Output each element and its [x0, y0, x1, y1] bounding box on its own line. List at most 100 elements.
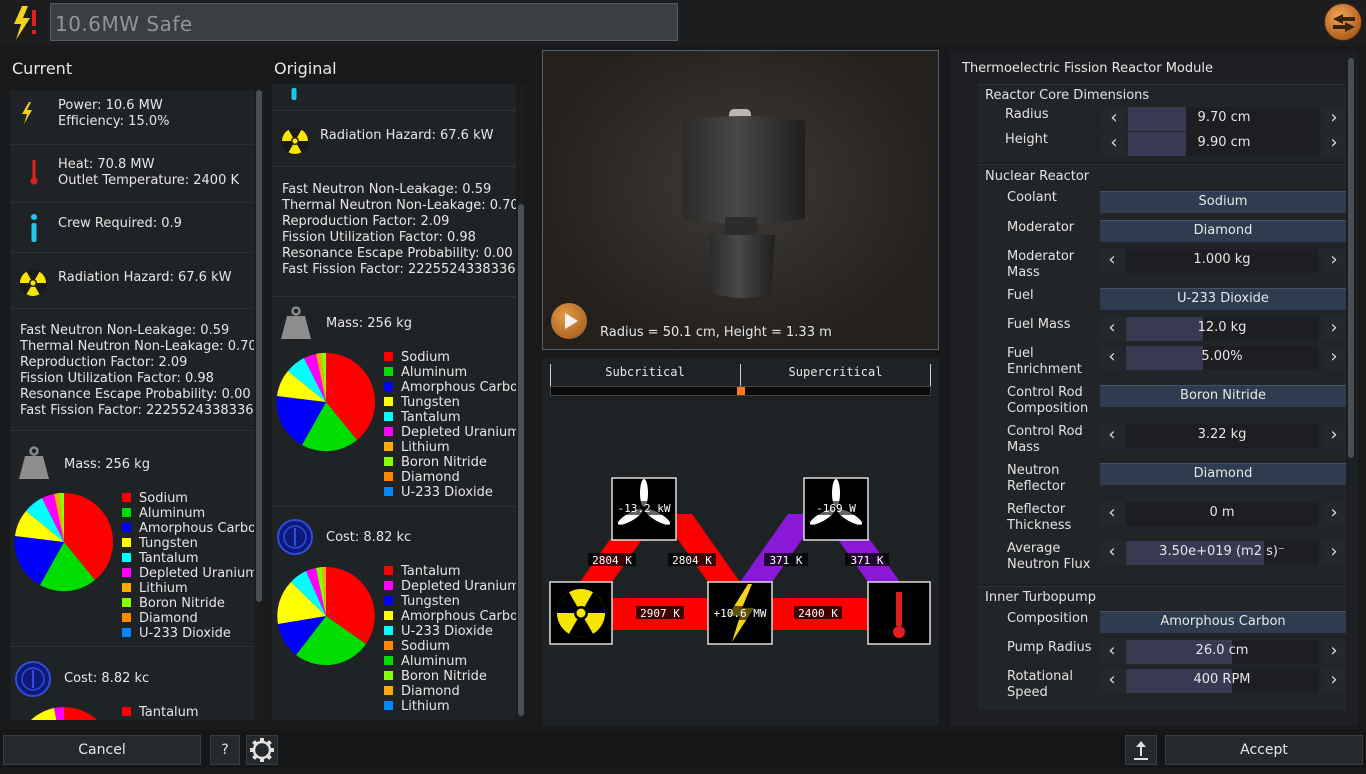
control-rod-composition-select[interactable]: Boron Nitride — [1100, 385, 1346, 407]
neutron-reflector-select[interactable]: Diamond — [1100, 463, 1346, 485]
divider — [10, 202, 256, 203]
current-stats-panel[interactable]: Power: 10.6 MW Efficiency: 15.0% Heat: 7… — [10, 90, 264, 720]
settings-button[interactable] — [246, 735, 278, 765]
neutron-factors-list: Fast Neutron Non-Leakage: 0.59 Thermal N… — [20, 323, 262, 419]
accept-button[interactable]: Accept — [1165, 735, 1363, 765]
increase-arrow-icon[interactable]: › — [1322, 424, 1346, 448]
decrease-arrow-icon[interactable]: ‹ — [1100, 541, 1124, 565]
increase-arrow-icon[interactable]: › — [1322, 346, 1346, 370]
factor-line: Fast Neutron Non-Leakage: 0.59 — [20, 323, 230, 338]
current-scrollbar[interactable] — [254, 90, 264, 720]
radius-stepper[interactable]: ‹ 9.70 cm › — [1102, 107, 1346, 131]
increase-arrow-icon[interactable]: › — [1322, 640, 1346, 664]
legend-item: Lithium — [384, 699, 526, 714]
height-stepper[interactable]: ‹ 9.90 cm › — [1102, 132, 1346, 156]
legend-item: Amorphous Carbor — [384, 380, 526, 395]
current-cost-legend: Tantalum — [122, 705, 199, 720]
legend-item: Lithium — [384, 440, 526, 455]
original-stats-panel[interactable]: Radiation Hazard: 67.6 kW Fast Neutron N… — [272, 84, 526, 720]
pump-composition-label: Composition — [1007, 611, 1089, 626]
current-mass-pie-chart — [14, 492, 114, 592]
export-button[interactable] — [1125, 735, 1157, 765]
current-mass-legend: Sodium Aluminum Amorphous Carbor Tungste… — [122, 491, 264, 641]
module-panel-scrollbar[interactable] — [1346, 58, 1356, 458]
fuel-select[interactable]: U-233 Dioxide — [1100, 288, 1346, 310]
upload-arrow-icon — [1134, 741, 1148, 760]
reflector-thickness-field[interactable]: 0 m — [1126, 502, 1318, 526]
radius-field[interactable]: 9.70 cm — [1128, 107, 1320, 131]
swap-compare-button[interactable] — [1324, 3, 1362, 41]
decrease-arrow-icon[interactable]: ‹ — [1100, 346, 1124, 370]
decrease-arrow-icon[interactable]: ‹ — [1102, 132, 1126, 156]
moderator-mass-stepper[interactable]: ‹ 1.000 kg › — [1100, 249, 1346, 273]
increase-arrow-icon[interactable]: › — [1322, 669, 1346, 693]
neutron-flux-field[interactable]: 3.50e+019 (m2 s)⁻ — [1126, 541, 1318, 565]
play-animation-button[interactable] — [551, 303, 587, 339]
neutron-factors-list: Fast Neutron Non-Leakage: 0.59 Thermal N… — [282, 182, 524, 278]
heat-stat: Heat: 70.8 MW — [58, 157, 155, 172]
coolant-select[interactable]: Sodium — [1100, 191, 1346, 213]
neutron-flux-stepper[interactable]: ‹ 3.50e+019 (m2 s)⁻ › — [1100, 541, 1346, 565]
scrollbar-thumb[interactable] — [518, 204, 524, 716]
increase-arrow-icon[interactable]: › — [1322, 317, 1346, 341]
moderator-select[interactable]: Diamond — [1100, 220, 1346, 242]
decrease-arrow-icon[interactable]: ‹ — [1100, 669, 1124, 693]
module-config-panel[interactable]: Thermoelectric Fission Reactor Module Re… — [950, 52, 1358, 726]
control-rod-mass-stepper[interactable]: ‹ 3.22 kg › — [1100, 424, 1346, 448]
legend-item: Tungsten — [384, 395, 526, 410]
core-temp-label: 2907 K — [640, 607, 680, 620]
decrease-arrow-icon[interactable]: ‹ — [1100, 317, 1124, 341]
legend-item: Diamond — [384, 684, 526, 699]
scrollbar-thumb[interactable] — [256, 90, 262, 602]
increase-arrow-icon[interactable]: › — [1322, 541, 1346, 565]
reflector-thickness-stepper[interactable]: ‹ 0 m › — [1100, 502, 1346, 526]
fuel-enrichment-label: Fuel Enrichment — [1007, 346, 1082, 377]
pump-radius-stepper[interactable]: ‹ 26.0 cm › — [1100, 640, 1346, 664]
cancel-button[interactable]: Cancel — [3, 735, 201, 765]
legend-item: Tantalum — [122, 551, 264, 566]
pump-composition-select[interactable]: Amorphous Carbon — [1100, 611, 1346, 633]
factor-line: Fission Utilization Factor: 0.98 — [20, 371, 214, 386]
legend-item: U-233 Dioxide — [122, 626, 264, 641]
increase-arrow-icon[interactable]: › — [1322, 249, 1346, 273]
cost-stat: Cost: 8.82 kc — [326, 530, 412, 545]
original-scrollbar[interactable] — [516, 84, 526, 720]
decrease-arrow-icon[interactable]: ‹ — [1100, 502, 1124, 526]
legend-item: Sodium — [384, 639, 526, 654]
design-name-field[interactable]: 10.6MW Safe — [50, 3, 678, 41]
fuel-mass-field[interactable]: 12.0 kg — [1126, 317, 1318, 341]
height-field[interactable]: 9.90 cm — [1128, 132, 1320, 156]
legend-item: Tantalum — [384, 564, 526, 579]
pump-radius-field[interactable]: 26.0 cm — [1126, 640, 1318, 664]
reactor-3d-preview[interactable]: Radius = 50.1 cm, Height = 1.33 m — [542, 50, 939, 350]
temp-label-c: 371 K — [769, 554, 802, 567]
help-button[interactable]: ? — [210, 735, 240, 765]
increase-arrow-icon[interactable]: › — [1322, 132, 1346, 156]
original-cost-legend: Tantalum Depleted Uranium [ Tungsten Amo… — [384, 564, 526, 714]
legend-item: Tungsten — [384, 594, 526, 609]
legend-item: Depleted Uranium [ — [122, 566, 264, 581]
legend-item: Aluminum — [384, 365, 526, 380]
decrease-arrow-icon[interactable]: ‹ — [1100, 640, 1124, 664]
supercritical-label: Supercritical — [788, 365, 883, 379]
fuel-mass-stepper[interactable]: ‹ 12.0 kg › — [1100, 317, 1346, 341]
decrease-arrow-icon[interactable]: ‹ — [1100, 249, 1124, 273]
decrease-arrow-icon[interactable]: ‹ — [1100, 424, 1124, 448]
fuel-enrichment-field[interactable]: 5.00% — [1126, 346, 1318, 370]
original-mass-pie-chart — [276, 352, 376, 452]
increase-arrow-icon[interactable]: › — [1322, 107, 1346, 131]
cost-stat: Cost: 8.82 kc — [64, 671, 150, 686]
module-title: Thermoelectric Fission Reactor Module — [962, 61, 1213, 76]
original-column-header: Original — [274, 59, 337, 78]
rotational-speed-stepper[interactable]: ‹ 400 RPM › — [1100, 669, 1346, 693]
legend-item: Amorphous Carbor — [384, 609, 526, 624]
decrease-arrow-icon[interactable]: ‹ — [1102, 107, 1126, 131]
criticality-marker — [736, 387, 745, 395]
fuel-enrichment-stepper[interactable]: ‹ 5.00% › — [1100, 346, 1346, 370]
scrollbar-thumb[interactable] — [1348, 58, 1354, 458]
moderator-mass-field[interactable]: 1.000 kg — [1126, 249, 1318, 273]
increase-arrow-icon[interactable]: › — [1322, 502, 1346, 526]
height-label: Height — [1005, 132, 1048, 147]
rotational-speed-field[interactable]: 400 RPM — [1126, 669, 1318, 693]
control-rod-mass-field[interactable]: 3.22 kg — [1126, 424, 1318, 448]
